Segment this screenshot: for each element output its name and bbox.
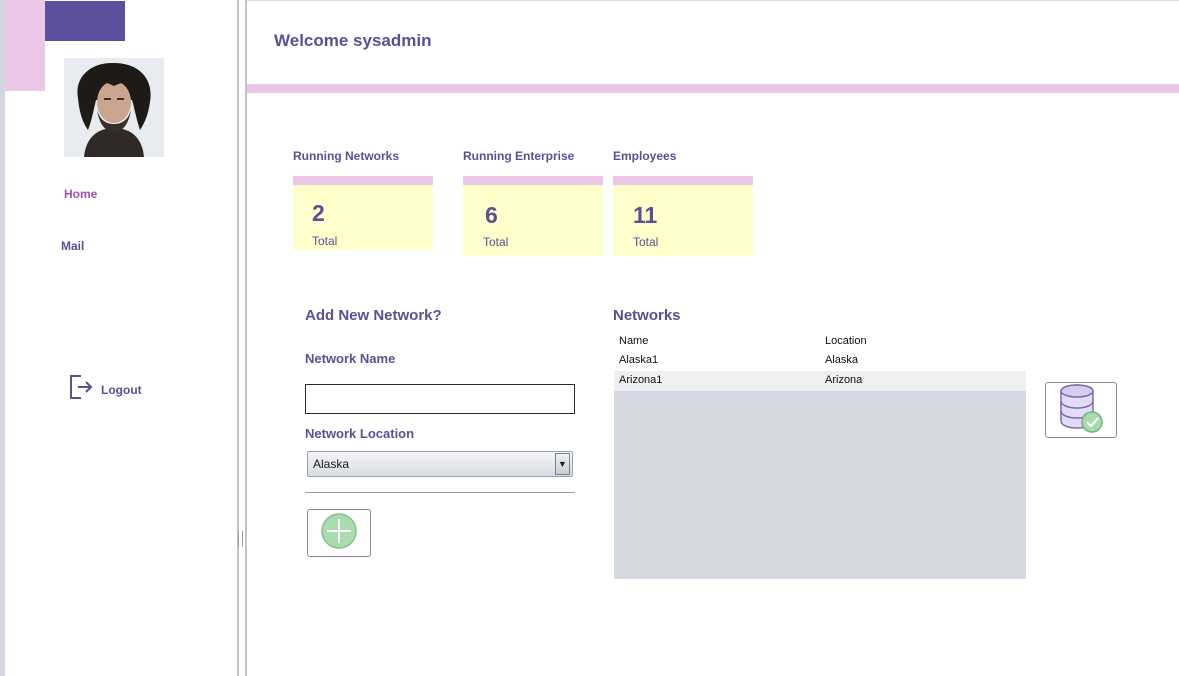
cell-name: Alaska1 — [619, 354, 659, 366]
stat-label: Total — [312, 234, 338, 248]
sidebar-splitter[interactable] — [237, 0, 247, 676]
cell-name: Arizona1 — [619, 374, 663, 386]
network-location-label: Network Location — [305, 426, 415, 441]
sidebar: Home Mail Logout — [0, 0, 237, 676]
card-accent — [613, 176, 753, 185]
network-name-input[interactable] — [305, 384, 575, 414]
page-title: Welcome sysadmin — [274, 31, 432, 50]
stat-value: 2 — [312, 200, 325, 226]
add-network-button[interactable] — [307, 509, 371, 557]
stat-value: 6 — [485, 202, 498, 228]
database-check-button[interactable] — [1045, 382, 1117, 438]
network-location-value: Alaska — [313, 457, 350, 471]
network-name-label: Network Name — [305, 351, 396, 366]
column-header-name[interactable]: Name — [619, 335, 648, 347]
stat-card-running-enterprise: 6 Total — [463, 176, 603, 256]
add-network-title: Add New Network? — [305, 307, 442, 324]
splitter-grip[interactable] — [238, 531, 243, 547]
table-header: Name Location — [614, 333, 1026, 351]
stat-title-running-enterprise: Running Enterprise — [463, 149, 575, 163]
stat-title-running-networks: Running Networks — [293, 149, 400, 163]
networks-table: Name Location Alaska1 Alaska Arizona1 Ar… — [614, 333, 1026, 579]
card-accent — [463, 176, 603, 185]
logout-button[interactable]: Logout — [69, 374, 142, 405]
card-accent — [293, 176, 433, 185]
top-border — [247, 0, 1179, 1]
stat-label: Total — [633, 235, 659, 249]
network-location-select[interactable]: Alaska ▼ — [307, 451, 573, 477]
table-row[interactable]: Arizona1 Arizona — [614, 371, 1026, 391]
table-row[interactable]: Alaska1 Alaska — [614, 351, 1026, 371]
stat-value: 11 — [633, 202, 658, 228]
sidebar-accent-pink — [5, 0, 45, 91]
column-header-location[interactable]: Location — [825, 335, 867, 347]
networks-title: Networks — [613, 307, 681, 324]
sidebar-item-mail[interactable]: Mail — [61, 239, 84, 253]
logout-icon — [69, 374, 93, 405]
stat-label: Total — [483, 235, 509, 249]
stat-card-running-networks: 2 Total — [293, 176, 433, 250]
database-check-icon — [1058, 383, 1104, 438]
sidebar-accent-purple — [45, 1, 125, 41]
header-stripe — [247, 84, 1179, 93]
stat-title-employees: Employees — [613, 149, 677, 163]
chevron-down-icon[interactable]: ▼ — [555, 453, 570, 475]
user-avatar — [64, 58, 164, 157]
cell-location: Alaska — [825, 354, 859, 366]
form-divider — [305, 492, 575, 493]
add-icon — [320, 512, 358, 555]
logout-label: Logout — [101, 382, 142, 397]
sidebar-item-home[interactable]: Home — [64, 187, 97, 201]
stat-card-employees: 11 Total — [613, 176, 753, 256]
cell-location: Arizona — [825, 374, 863, 386]
